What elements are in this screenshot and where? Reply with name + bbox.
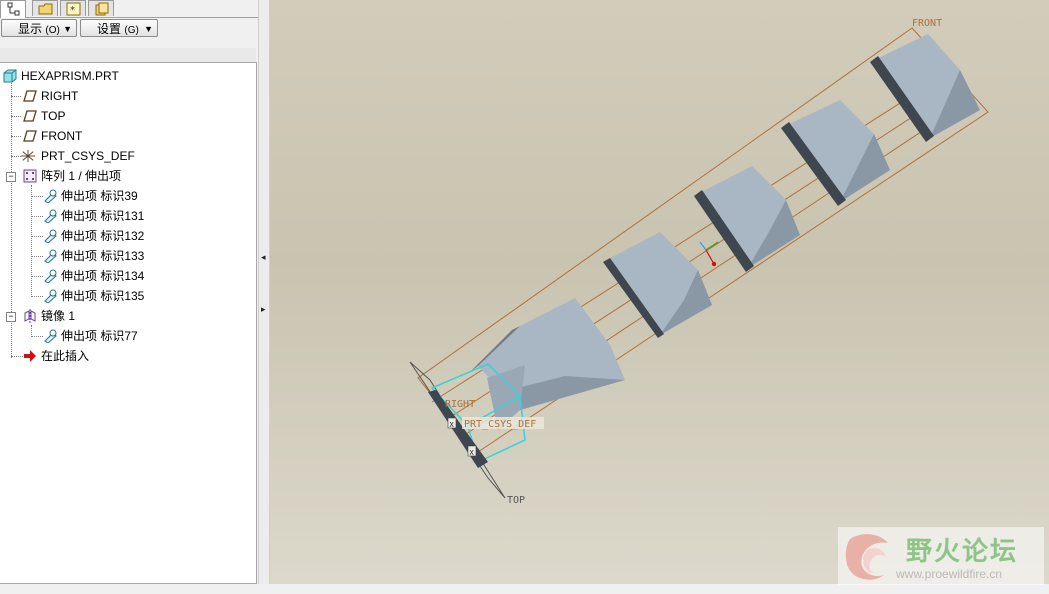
tree-connector [31,256,43,257]
tree-item-label: 伸出项 标识135 [61,289,145,303]
pattern-icon [23,169,37,183]
protrusion-icon [44,209,57,223]
panel-splitter[interactable]: ◂ ▸ [258,0,270,594]
tab-model-tree[interactable] [0,0,26,18]
csys-icon [21,149,35,163]
graphics-window[interactable]: X X FRONT RIGHT PRT_CSYS_DEF TOP [270,0,1049,584]
tree-item-label: 伸出项 标识133 [61,249,145,263]
tree-item-label: 镜像 1 [41,309,76,323]
tree-connector [11,156,21,157]
watermark-url: www.proewildfire.cn [896,567,1003,581]
protrusion-icon [44,249,57,263]
datum-plane-icon [23,130,37,142]
model-view: X X FRONT RIGHT PRT_CSYS_DEF TOP [409,18,989,506]
datum-label-top[interactable]: TOP [507,495,525,506]
protrusion-icon [44,269,57,283]
datum-label-csys[interactable]: PRT_CSYS_DEF [464,419,536,430]
mirror-icon [24,309,36,323]
pattern-prism-4 [870,34,980,142]
tree-item-label: 伸出项 标识131 [61,209,145,223]
tree-item-label: TOP [41,109,66,123]
insert-arrow-icon [24,350,36,362]
tree-item-label: 伸出项 标识39 [61,189,138,203]
model-tree-icon [7,2,20,16]
protrusion-icon [44,329,57,343]
tree-connector [11,356,23,357]
pattern-prism-1 [603,232,712,338]
site-watermark: 野火论坛 www.proewildfire.cn [838,527,1044,585]
tree-item-label: RIGHT [41,89,79,103]
tree-connector [31,296,43,297]
settings-menu-button[interactable]: 设置 (G) ▼ [80,19,158,37]
expand-right-icon[interactable]: ▸ [261,304,266,315]
tree-filter-bar [0,48,256,62]
datum-label-front[interactable]: FRONT [912,18,942,29]
status-bar [258,584,1049,594]
tree-item-label: 伸出项 标识132 [61,229,145,243]
tree-connector [11,96,21,97]
tab-folder-browser[interactable] [32,0,58,16]
watermark-title: 野火论坛 [906,536,1019,566]
tree-connector [31,185,32,297]
protrusion-icon [44,289,57,303]
datum-label-right[interactable]: RIGHT [445,399,475,410]
tree-connector [11,116,21,117]
tree-connector [31,236,43,237]
layers-icon [95,2,109,16]
pattern-prism-3 [781,100,890,206]
navigator-tabs: * [0,0,258,18]
tree-connector [11,136,21,137]
tree-connector [31,336,43,337]
tree-item-label: 阵列 1 / 伸出项 [41,169,122,183]
favorites-icon: * [66,2,81,16]
tab-favorites[interactable]: * [60,0,86,16]
model-tree: − − HEXAPRISM.PRT RIGHT TOP FRONT PRT_CS… [0,62,257,584]
pattern-collapse-toggle[interactable]: − [6,172,16,182]
svg-text:*: * [70,5,75,16]
settings-label: 设置 [97,22,122,36]
settings-shortcut: (G) [124,25,139,36]
tree-connector [31,216,43,217]
tree-item-label: 在此插入 [41,349,90,363]
flame-logo [845,534,888,580]
protrusion-icon [44,229,57,243]
datum-plane-icon [23,110,37,122]
tree-item-label: FRONT [41,129,83,143]
tree-item-label: 伸出项 标识134 [61,269,145,283]
tree-item-label: PRT_CSYS_DEF [41,149,135,163]
chevron-down-icon: ▼ [144,24,153,34]
csys-triad [699,241,719,267]
tree-item-label: 伸出项 标识77 [61,329,138,343]
display-shortcut: (O) [45,25,60,36]
protrusion-icon [44,189,57,203]
display-menu-button[interactable]: 显示 (O) ▼ [1,19,77,37]
tree-connector [31,196,43,197]
part-icon [3,69,17,83]
mirror-collapse-toggle[interactable]: − [6,312,16,322]
tree-item-label: HEXAPRISM.PRT [21,69,119,83]
tab-layers[interactable] [88,0,114,16]
tree-toolbar: 显示 (O) ▼ 设置 (G) ▼ [0,18,258,40]
prism-body [470,298,625,430]
datum-plane-icon [23,90,37,102]
display-label: 显示 [18,22,43,36]
tree-connector [31,276,43,277]
model-tree-panel: * 显示 (O) ▼ 设置 (G) ▼ − − HEXAPRISM.PRT RI… [0,0,258,594]
collapse-left-icon[interactable]: ◂ [261,252,266,263]
chevron-down-icon: ▼ [63,24,72,34]
folder-icon [38,3,53,15]
